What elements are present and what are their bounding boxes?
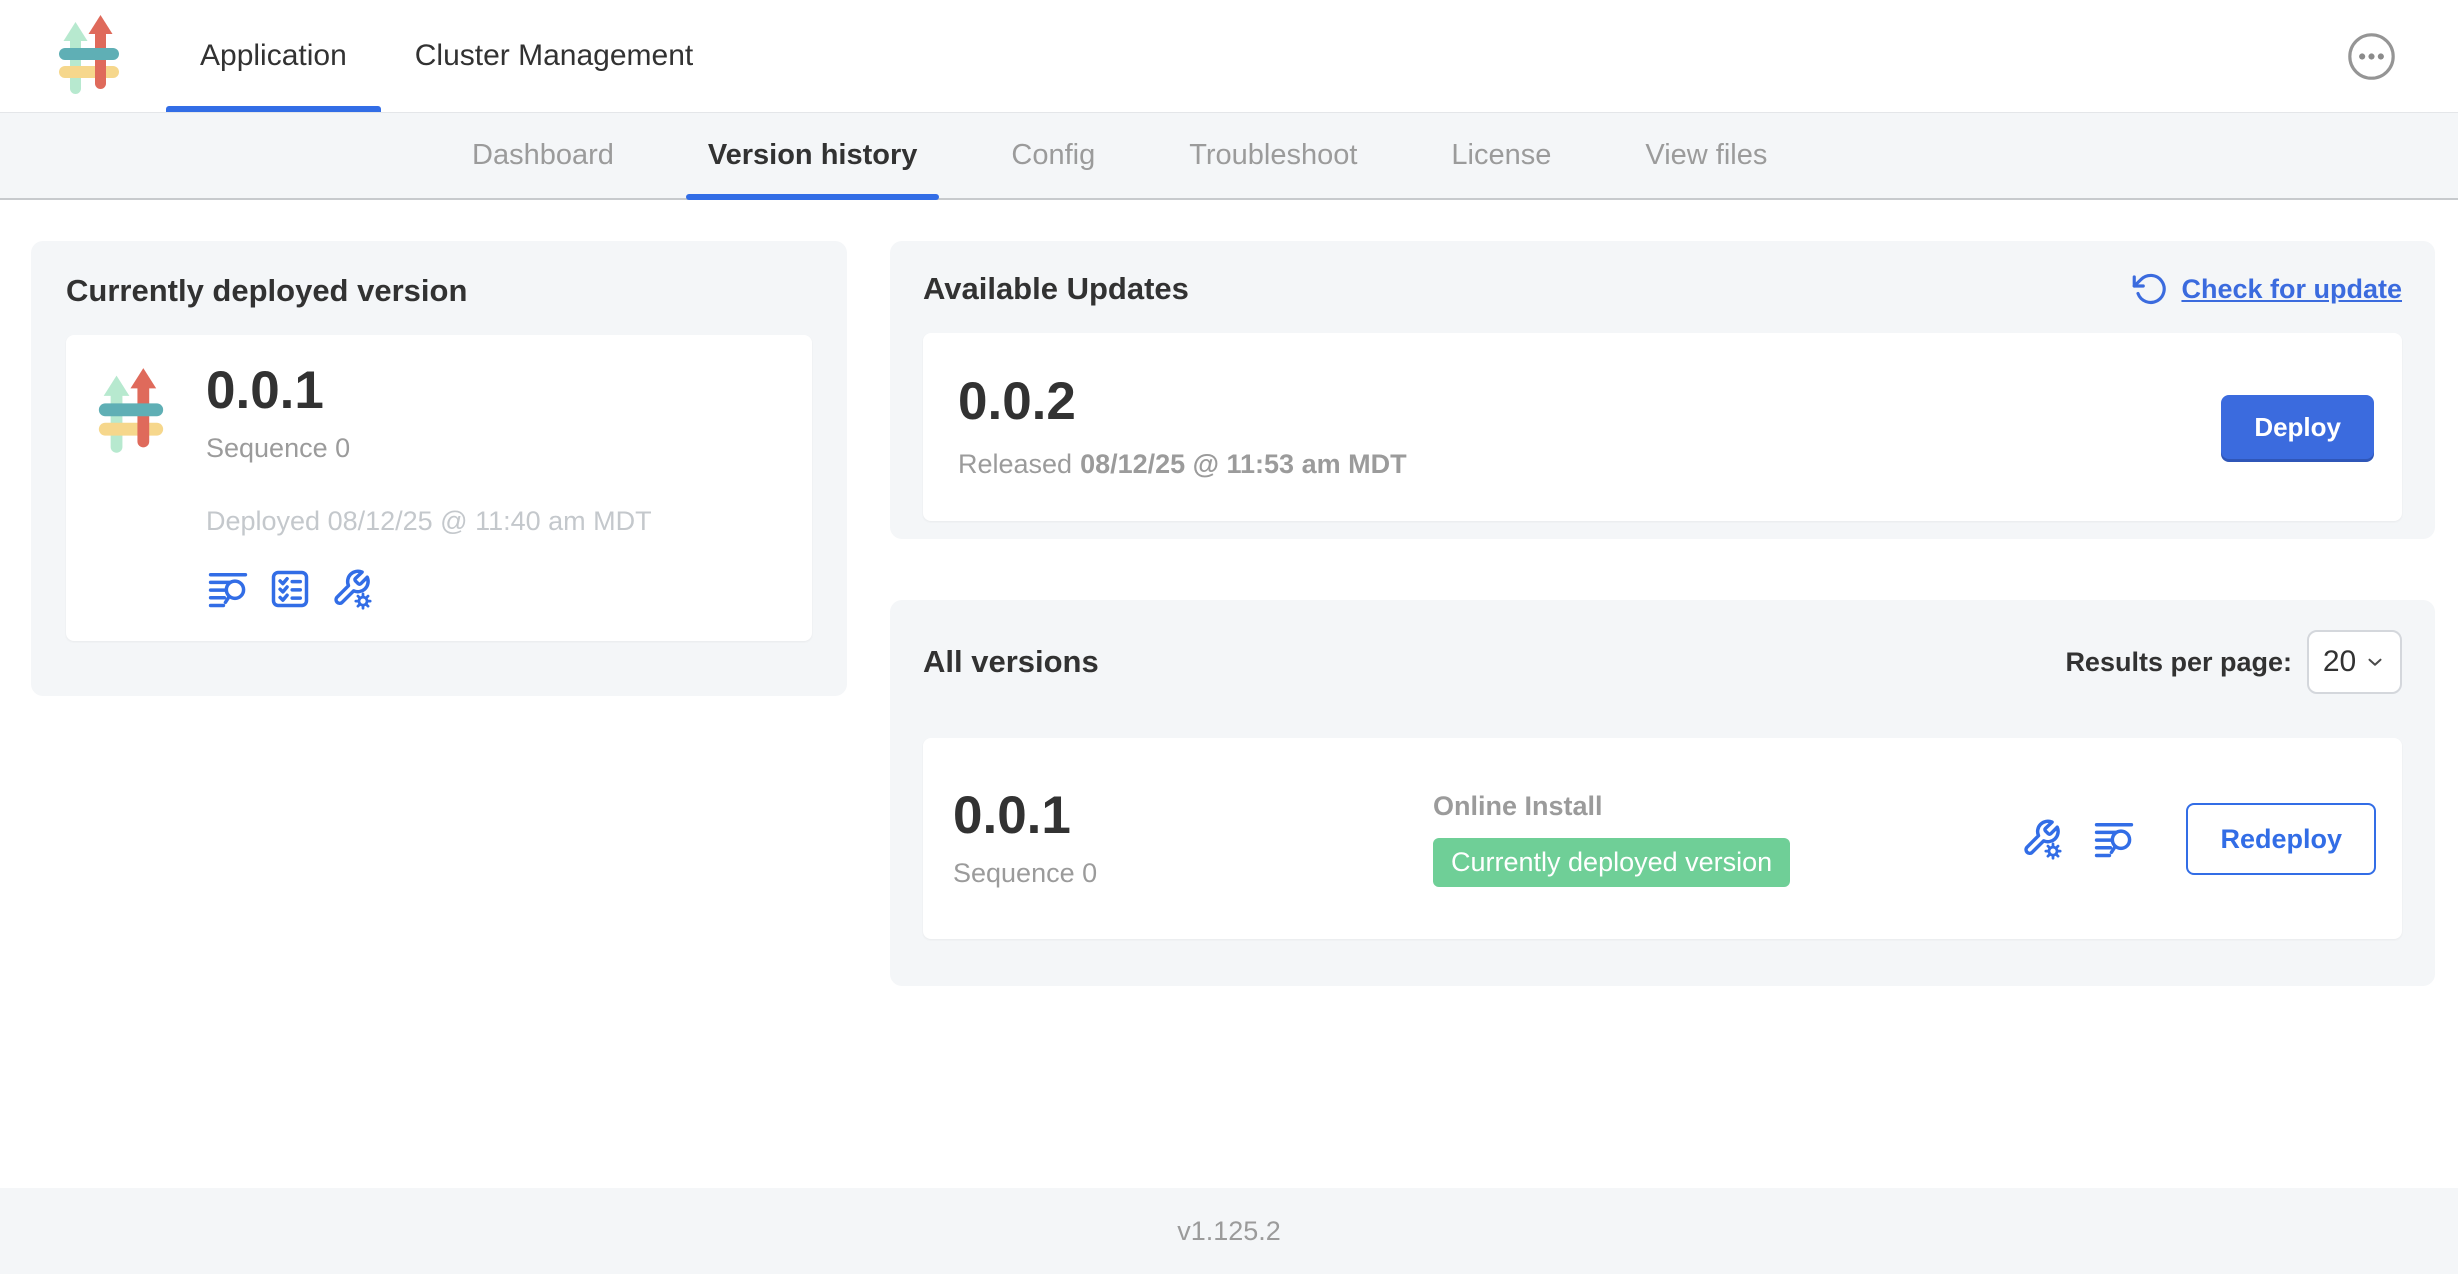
check-for-update-link[interactable]: Check for update xyxy=(2132,271,2402,307)
tab-version-history-label: Version history xyxy=(708,139,918,172)
update-row: 0.0.2 Released 08/12/25 @ 11:53 am MDT De… xyxy=(923,333,2402,521)
update-version-number: 0.0.2 xyxy=(958,374,1407,430)
currently-deployed-version-card: 0.0.1 Sequence 0 Deployed 08/12/25 @ 11:… xyxy=(66,335,812,641)
install-type-label: Online Install xyxy=(1433,791,2020,822)
chevron-down-icon xyxy=(2364,651,2386,673)
currently-deployed-title: Currently deployed version xyxy=(66,273,812,309)
refresh-icon xyxy=(2132,271,2168,307)
tab-dashboard-label: Dashboard xyxy=(472,139,614,172)
tab-license-label: License xyxy=(1451,139,1551,172)
results-per-page-value: 20 xyxy=(2323,645,2356,679)
more-menu-button[interactable] xyxy=(2346,31,2397,82)
main-content: Currently deployed version 0.0.1 Sequenc… xyxy=(0,200,2458,1188)
version-row: 0.0.1 Sequence 0 Online Install Currentl… xyxy=(923,738,2402,939)
version-history-page: Application Cluster Management Dashboard… xyxy=(0,0,2458,1274)
update-info: 0.0.2 Released 08/12/25 @ 11:53 am MDT xyxy=(958,374,1407,481)
all-versions-title: All versions xyxy=(923,644,1099,680)
tab-config[interactable]: Config xyxy=(989,113,1117,198)
currently-deployed-badge: Currently deployed version xyxy=(1433,838,1790,887)
deployed-sequence: Sequence 0 xyxy=(206,433,652,464)
version-row-actions: Redeploy xyxy=(2020,803,2376,875)
logs-search-icon[interactable] xyxy=(206,567,250,611)
more-dots-icon xyxy=(2346,31,2397,82)
deployed-version-info: 0.0.1 Sequence 0 Deployed 08/12/25 @ 11:… xyxy=(206,363,652,611)
tab-troubleshoot[interactable]: Troubleshoot xyxy=(1167,113,1379,198)
tab-cluster-management-label: Cluster Management xyxy=(415,39,693,73)
deployed-version-actions xyxy=(206,567,652,611)
app-logo-small xyxy=(96,363,166,611)
available-updates-card: Available Updates Check for update 0.0.2… xyxy=(890,241,2435,539)
preflight-checklist-icon[interactable] xyxy=(268,567,312,611)
redeploy-button[interactable]: Redeploy xyxy=(2186,803,2376,875)
check-for-update-label: Check for update xyxy=(2181,274,2402,305)
version-row-info: 0.0.1 Sequence 0 xyxy=(953,788,1433,889)
released-date: 08/12/25 @ 11:53 am MDT xyxy=(1080,449,1407,479)
top-navbar: Application Cluster Management xyxy=(0,0,2458,113)
tab-application-label: Application xyxy=(200,39,347,73)
results-per-page: Results per page: 20 xyxy=(2065,630,2402,694)
deploy-button[interactable]: Deploy xyxy=(2221,395,2374,459)
version-row-status: Online Install Currently deployed versio… xyxy=(1433,791,2020,887)
app-logo xyxy=(0,0,166,112)
tab-view-files[interactable]: View files xyxy=(1623,113,1789,198)
app-logo-arrows-icon xyxy=(96,367,166,457)
results-per-page-select[interactable]: 20 xyxy=(2307,630,2402,694)
tab-view-files-label: View files xyxy=(1645,139,1767,172)
console-version: v1.125.2 xyxy=(1177,1216,1281,1247)
config-wrench-gear-icon[interactable] xyxy=(2020,817,2064,861)
logs-search-icon[interactable] xyxy=(2092,817,2136,861)
tab-application[interactable]: Application xyxy=(166,0,381,112)
available-updates-title: Available Updates xyxy=(923,271,1189,307)
tab-dashboard[interactable]: Dashboard xyxy=(450,113,636,198)
deployed-timestamp: Deployed 08/12/25 @ 11:40 am MDT xyxy=(206,506,652,537)
config-wrench-gear-icon[interactable] xyxy=(330,567,374,611)
row-sequence: Sequence 0 xyxy=(953,858,1433,889)
tab-license[interactable]: License xyxy=(1429,113,1573,198)
tab-cluster-management[interactable]: Cluster Management xyxy=(381,0,727,112)
update-released-timestamp: Released 08/12/25 @ 11:53 am MDT xyxy=(958,449,1407,480)
app-logo-arrows-icon xyxy=(56,14,122,98)
header-tabs: Application Cluster Management xyxy=(166,0,727,112)
tab-troubleshoot-label: Troubleshoot xyxy=(1189,139,1357,172)
app-subnav: Dashboard Version history Config Trouble… xyxy=(0,113,2458,200)
deployed-version-number: 0.0.1 xyxy=(206,363,652,419)
released-label: Released xyxy=(958,449,1072,479)
tab-config-label: Config xyxy=(1011,139,1095,172)
currently-deployed-card: Currently deployed version 0.0.1 Sequenc… xyxy=(31,241,847,696)
results-per-page-label: Results per page: xyxy=(2065,647,2292,678)
all-versions-card: All versions Results per page: 20 0.0.1 … xyxy=(890,600,2435,986)
tab-version-history[interactable]: Version history xyxy=(686,113,940,198)
row-version-number: 0.0.1 xyxy=(953,788,1433,844)
footer: v1.125.2 xyxy=(0,1188,2458,1274)
